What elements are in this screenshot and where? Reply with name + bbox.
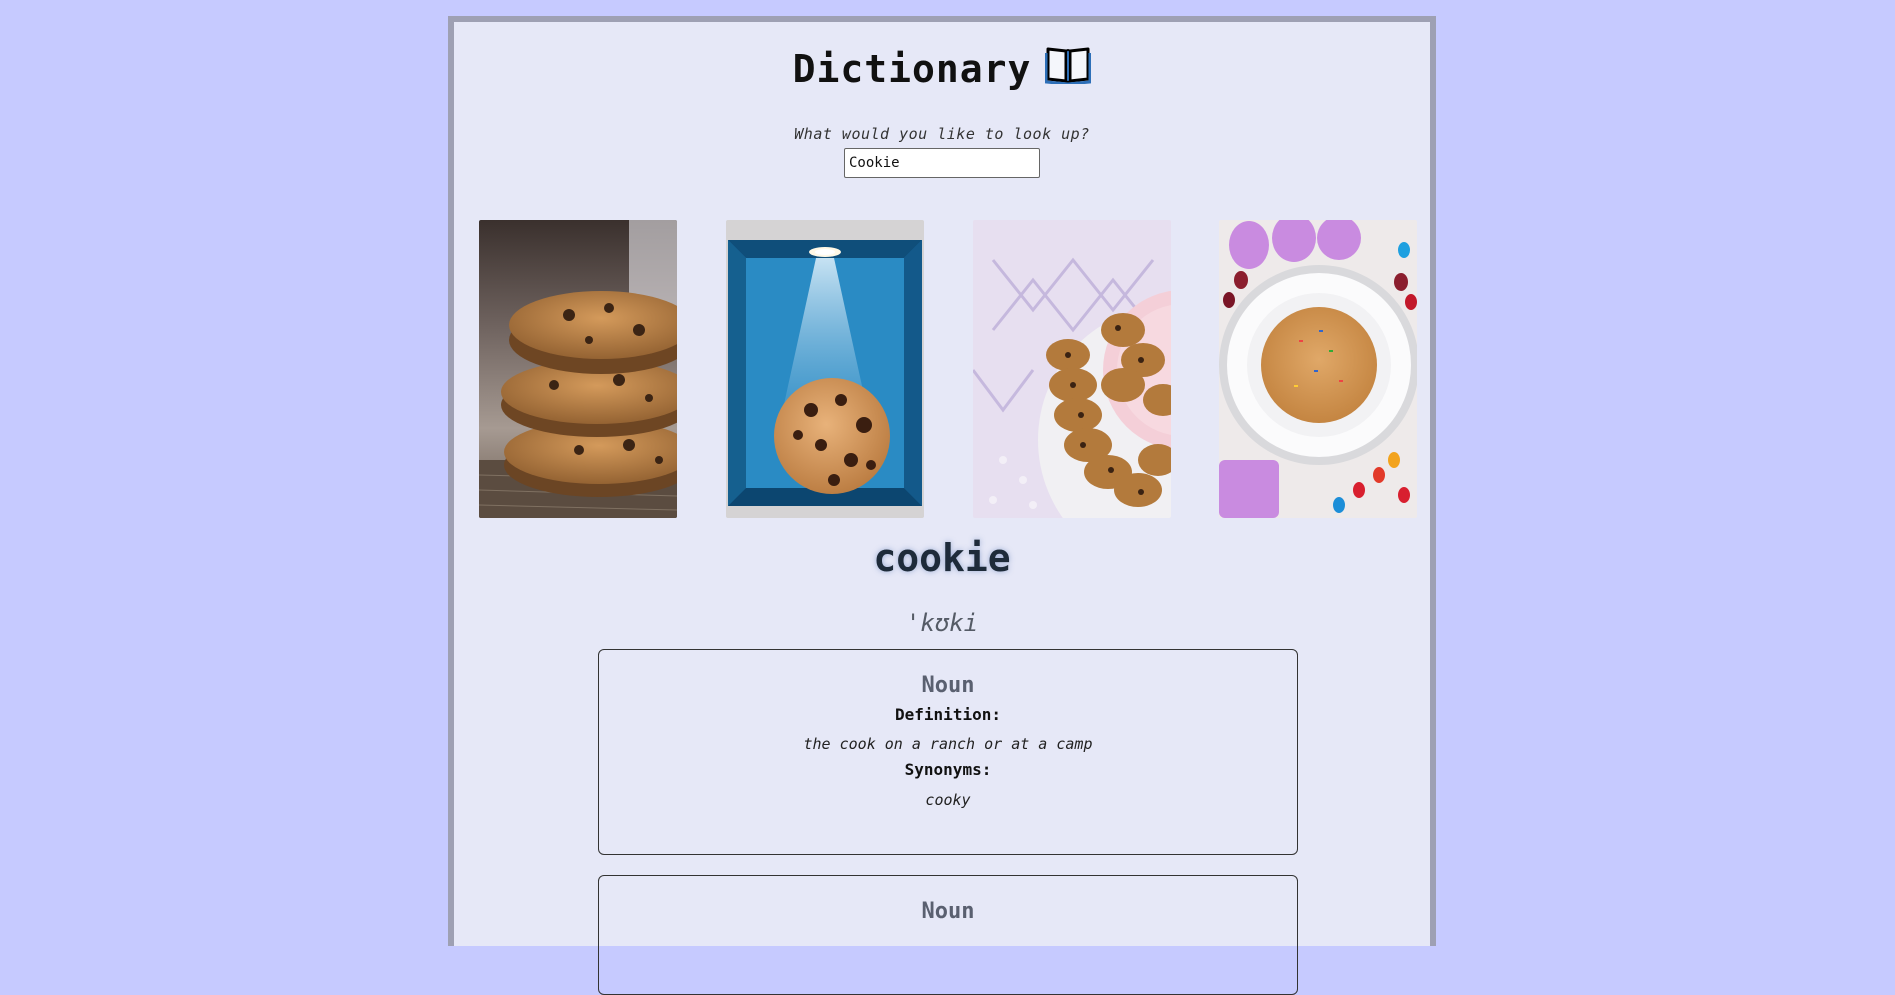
synonyms-text: cooky: [925, 791, 971, 809]
cookie-photo-4[interactable]: [1219, 220, 1417, 518]
part-of-speech: Noun: [921, 673, 975, 698]
search-label: What would you like to look up?: [794, 125, 1090, 143]
search-area: What would you like to look up?: [454, 125, 1430, 178]
cookie-photo-1[interactable]: [479, 220, 677, 518]
dictionary-panel: Dictionary What would you like to look u…: [448, 16, 1436, 995]
cookie-photo-3[interactable]: [973, 220, 1171, 518]
meaning-card: Noun: [598, 875, 1298, 995]
entry-word: cookie: [873, 536, 1011, 580]
meaning-card: Noun Definition: the cook on a ranch or …: [598, 649, 1298, 855]
page-title: Dictionary: [454, 44, 1430, 98]
synonyms-label: Synonyms:: [904, 760, 992, 779]
image-gallery: [479, 220, 1417, 518]
definition-text: the cook on a ranch or at a camp: [803, 735, 1093, 753]
definition-label: Definition:: [895, 705, 1001, 724]
page-title-text: Dictionary: [792, 47, 1032, 91]
cookie-photo-2[interactable]: [726, 220, 924, 518]
entry-phonetic: 'kʊki: [905, 609, 979, 637]
open-book-icon: [1044, 44, 1092, 96]
search-input[interactable]: [844, 148, 1040, 178]
